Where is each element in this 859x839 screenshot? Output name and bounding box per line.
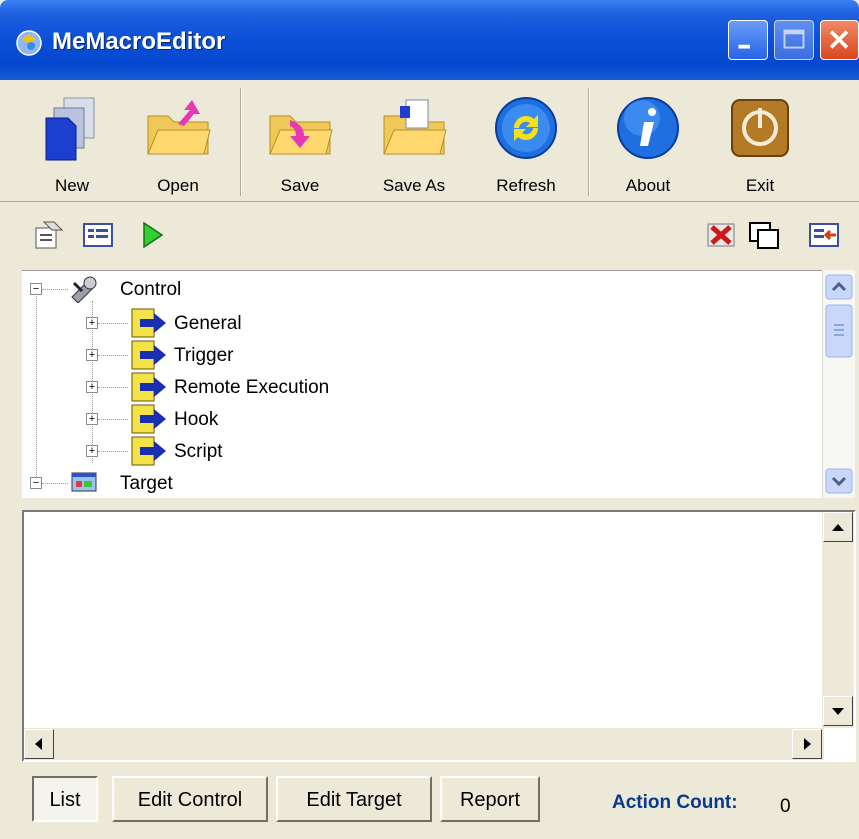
copy-window-icon[interactable] (748, 220, 780, 250)
expand-general[interactable]: + (86, 317, 98, 329)
macro-tree[interactable]: − Control + General + Trigger + Remote E… (22, 270, 822, 498)
open-label: Open (157, 176, 199, 195)
tree-line (36, 291, 37, 487)
tree-line (98, 387, 128, 388)
toolbar-separator (240, 88, 242, 196)
minimize-button[interactable] (728, 20, 768, 60)
delete-icon[interactable] (706, 220, 738, 250)
tree-line (98, 323, 128, 324)
action-list[interactable] (22, 510, 856, 762)
target-window-icon (71, 472, 97, 492)
tree-line (42, 483, 68, 484)
tree-vertical-scrollbar[interactable] (822, 270, 855, 498)
arrow-left-icon (35, 738, 42, 750)
tree-line (42, 289, 68, 290)
info-icon (617, 97, 679, 159)
scroll-thumb[interactable] (825, 304, 853, 358)
about-button[interactable]: About (596, 80, 700, 202)
action-folder-icon (131, 436, 166, 466)
power-icon (731, 99, 789, 157)
refresh-label: Refresh (496, 176, 556, 195)
new-button[interactable]: New (20, 80, 124, 202)
tree-node-script: Script (174, 441, 223, 462)
main-toolbar: New Open Save Save As Refresh About Exit (0, 80, 859, 202)
save-button[interactable]: Save (248, 80, 352, 202)
save-as-label: Save As (382, 176, 446, 195)
new-document-icon (45, 97, 95, 161)
close-icon (829, 30, 849, 49)
tree-node-trigger: Trigger (174, 345, 234, 366)
expand-script[interactable]: + (86, 445, 98, 457)
list-horizontal-scrollbar[interactable] (24, 728, 824, 760)
action-count-value: 0 (780, 796, 791, 817)
expand-hook[interactable]: + (86, 413, 98, 425)
scroll-down-icon[interactable] (825, 468, 853, 494)
new-label: New (54, 176, 89, 195)
tree-line (98, 419, 128, 420)
action-folder-icon (131, 404, 166, 434)
action-folder-icon (131, 372, 166, 402)
action-folder-icon (131, 340, 166, 370)
list-scroll-right[interactable] (792, 729, 822, 759)
save-as-button[interactable]: Save As (362, 80, 466, 202)
collapse-control[interactable]: − (30, 283, 42, 295)
import-icon[interactable] (808, 220, 840, 250)
open-button[interactable]: Open (126, 80, 230, 202)
tab-list[interactable]: List (32, 776, 98, 822)
save-label: Save (280, 176, 320, 195)
properties-icon[interactable] (34, 220, 66, 250)
maximize-button[interactable] (774, 20, 814, 60)
tree-toolbar (0, 204, 859, 268)
tab-edit-control[interactable]: Edit Control (112, 776, 268, 822)
tree-node-hook: Hook (174, 409, 219, 430)
arrow-down-icon (832, 708, 844, 715)
open-folder-icon (147, 100, 211, 155)
tree-line (98, 451, 128, 452)
list-scroll-left[interactable] (24, 729, 54, 759)
list-vertical-scrollbar[interactable] (822, 512, 854, 728)
tree-node-general: General (174, 313, 242, 334)
title-bar[interactable]: MeMacroEditor (0, 0, 859, 80)
toolbar-separator (588, 88, 590, 196)
save-folder-icon (269, 115, 333, 155)
tools-icon (71, 276, 97, 303)
refresh-button[interactable]: Refresh (474, 80, 578, 202)
list-scroll-up[interactable] (823, 512, 853, 542)
run-icon[interactable] (136, 220, 168, 250)
collapse-target[interactable]: − (30, 477, 42, 489)
exit-button[interactable]: Exit (708, 80, 812, 202)
list-view-icon[interactable] (82, 220, 114, 250)
window-title: MeMacroEditor (52, 28, 226, 55)
maximize-icon (783, 29, 805, 49)
refresh-icon (495, 97, 557, 159)
tree-line (98, 355, 128, 356)
about-label: About (625, 176, 671, 195)
save-as-folder-icon (383, 99, 447, 155)
arrow-right-icon (804, 738, 811, 750)
expand-remote-execution[interactable]: + (86, 381, 98, 393)
tree-node-control[interactable]: Control (120, 279, 181, 307)
list-scroll-down[interactable] (823, 696, 853, 726)
action-count-label: Action Count: (612, 792, 738, 813)
app-icon (16, 30, 42, 56)
action-folder-icon (131, 308, 166, 338)
arrow-up-icon (832, 524, 844, 531)
tab-report[interactable]: Report (440, 776, 540, 822)
close-button[interactable] (820, 20, 859, 60)
tree-node-remote-execution: Remote Execution (174, 377, 330, 398)
expand-trigger[interactable]: + (86, 349, 98, 361)
tree-node-target[interactable]: Target (120, 473, 173, 498)
exit-label: Exit (745, 176, 775, 195)
tab-edit-target[interactable]: Edit Target (276, 776, 432, 822)
minimize-icon (738, 44, 750, 49)
scroll-up-icon[interactable] (825, 274, 853, 300)
